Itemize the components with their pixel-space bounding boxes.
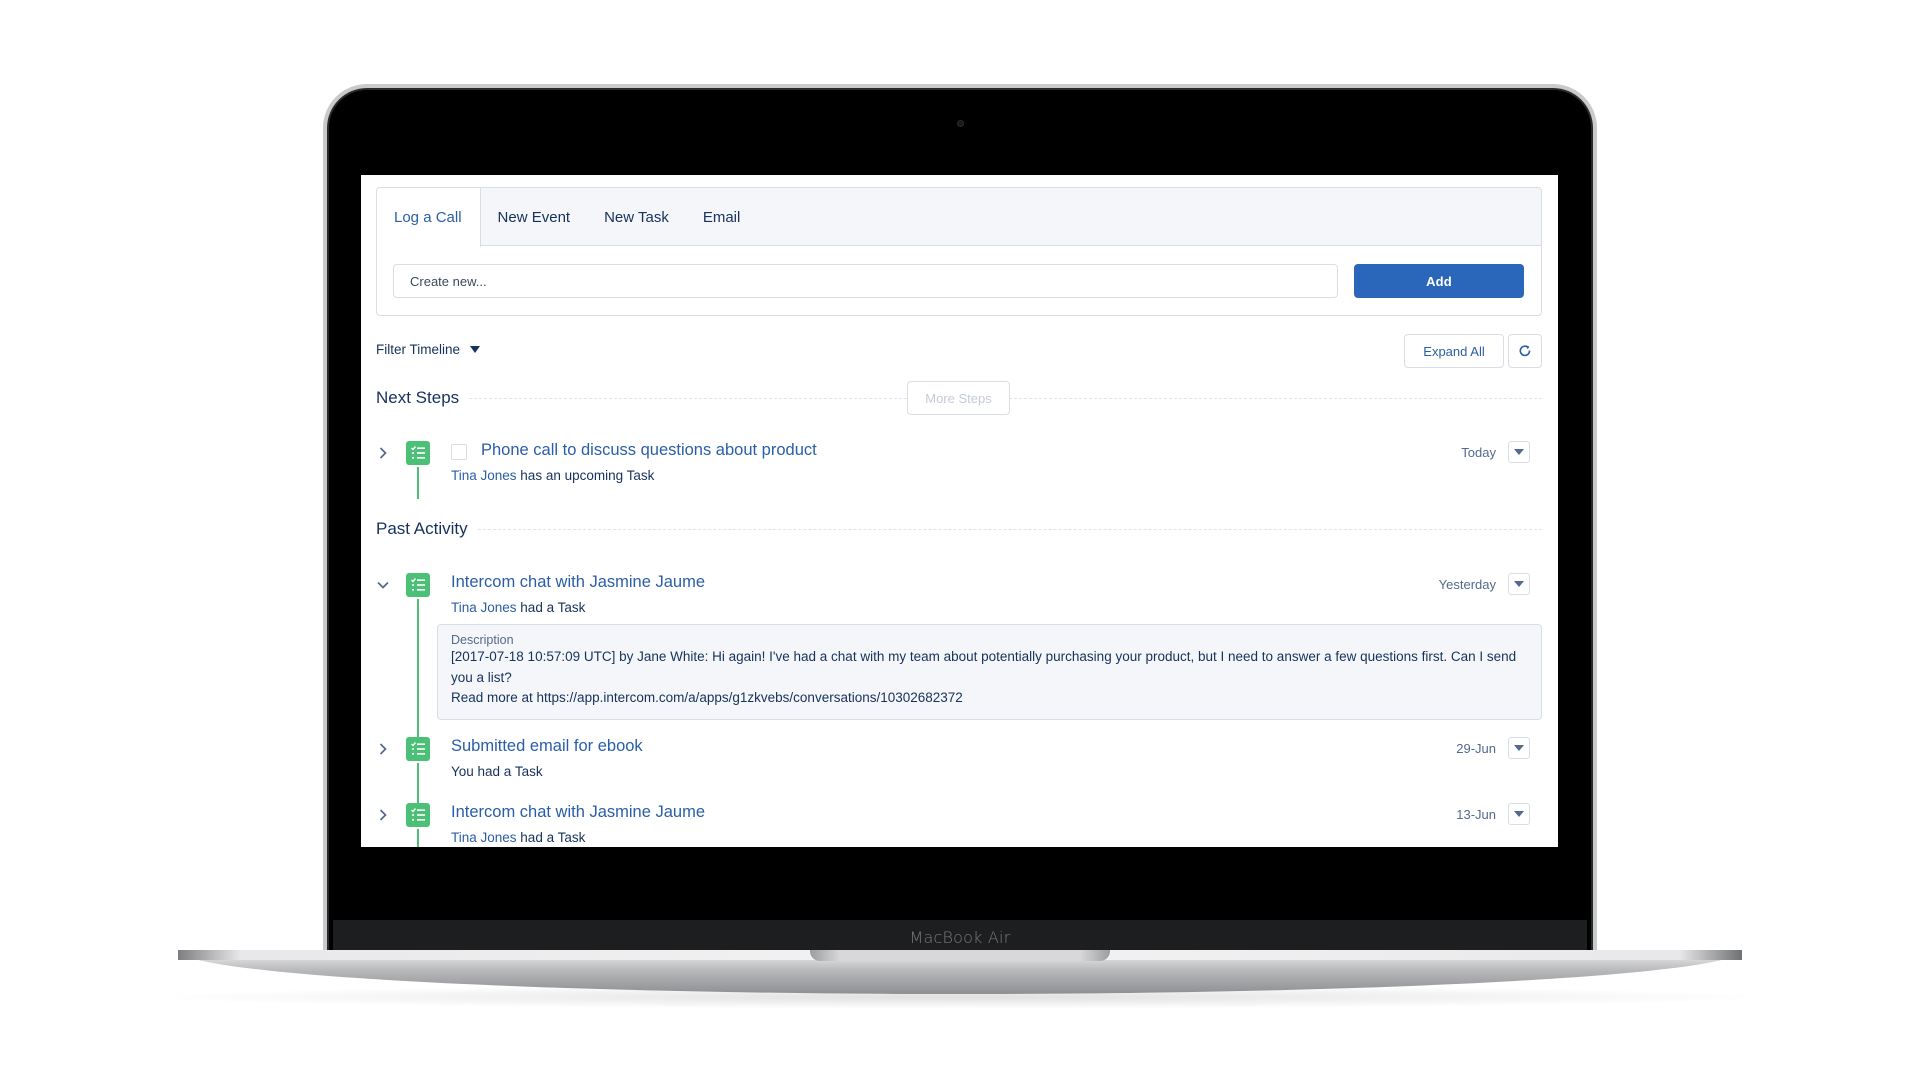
camera-icon — [957, 120, 964, 127]
caret-down-icon — [1514, 449, 1524, 455]
laptop-hinge-notch — [810, 950, 1110, 961]
item-action-text: had a Task — [516, 600, 586, 615]
task-icon — [406, 441, 430, 465]
create-new-input[interactable] — [393, 264, 1338, 298]
caret-down-icon — [1514, 745, 1524, 751]
item-date: Today — [1461, 445, 1496, 460]
caret-down-icon — [1514, 581, 1524, 587]
screen: Log a Call New Event New Task Email Add … — [361, 175, 1558, 847]
item-title-link[interactable]: Intercom chat with Jasmine Jaume — [451, 573, 705, 592]
add-button[interactable]: Add — [1354, 264, 1524, 298]
item-owner-link[interactable]: Tina Jones — [451, 830, 517, 845]
item-owner-link[interactable]: Tina Jones — [451, 600, 517, 615]
next-steps-title: Next Steps — [376, 388, 460, 407]
timeline-line — [417, 763, 419, 805]
timeline-line — [417, 599, 419, 739]
chevron-right-icon[interactable] — [376, 742, 390, 756]
activity-composer: Log a Call New Event New Task Email Add — [376, 187, 1542, 316]
refresh-icon — [1519, 345, 1531, 357]
description-text: [2017-07-18 10:57:09 UTC] by Jane White:… — [451, 649, 1517, 705]
next-steps-header: Next Steps More Steps — [376, 381, 1542, 415]
caret-down-icon — [1514, 811, 1524, 817]
description-label: Description — [451, 633, 514, 647]
item-title-link[interactable]: Phone call to discuss questions about pr… — [481, 441, 817, 460]
task-icon — [406, 803, 430, 827]
item-owner-link[interactable]: Tina Jones — [451, 468, 517, 483]
filter-timeline-dropdown[interactable]: Filter Timeline — [376, 342, 481, 357]
item-subtitle: Tina Jones had a Task — [451, 600, 585, 615]
item-subtitle: Tina Jones has an upcoming Task — [451, 468, 654, 483]
chevron-right-icon[interactable] — [376, 808, 390, 822]
item-subtitle: You had a Task — [451, 764, 543, 779]
item-menu-button[interactable] — [1508, 573, 1530, 595]
past-activity-title: Past Activity — [376, 519, 468, 538]
chevron-down-icon[interactable] — [376, 578, 390, 592]
item-action-text: You had a Task — [451, 764, 543, 779]
chevron-right-icon[interactable] — [376, 446, 390, 460]
item-action-text: has an upcoming Task — [516, 468, 655, 483]
section-divider — [477, 528, 1542, 530]
task-icon — [406, 737, 430, 761]
item-title-link[interactable]: Intercom chat with Jasmine Jaume — [451, 803, 705, 822]
past-activity-header: Past Activity — [376, 517, 1542, 541]
item-date: 13-Jun — [1456, 807, 1496, 822]
item-menu-button[interactable] — [1508, 441, 1530, 463]
tab-new-event[interactable]: New Event — [481, 188, 588, 246]
item-title-link[interactable]: Submitted email for ebook — [451, 737, 643, 756]
description-box: Description [2017-07-18 10:57:09 UTC] by… — [437, 624, 1542, 720]
laptop-chin: MacBook Air — [333, 920, 1587, 954]
tab-email[interactable]: Email — [686, 188, 758, 246]
more-steps-button[interactable]: More Steps — [907, 381, 1010, 415]
caret-down-icon — [470, 346, 481, 353]
timeline-line — [417, 467, 419, 499]
expand-all-button[interactable]: Expand All — [1404, 334, 1504, 368]
item-date: 29-Jun — [1456, 741, 1496, 756]
tab-new-task[interactable]: New Task — [587, 188, 686, 246]
tab-log-a-call[interactable]: Log a Call — [377, 188, 481, 247]
task-checkbox[interactable] — [451, 444, 467, 460]
item-menu-button[interactable] — [1508, 737, 1530, 759]
composer-tabs: Log a Call New Event New Task Email — [377, 188, 1541, 247]
device-label: MacBook Air — [909, 927, 1011, 947]
item-subtitle: Tina Jones had a Task — [451, 830, 585, 845]
filter-timeline-label: Filter Timeline — [376, 342, 461, 357]
composer-body: Add — [377, 247, 1541, 315]
item-action-text: had a Task — [516, 830, 586, 845]
item-menu-button[interactable] — [1508, 803, 1530, 825]
timeline-line — [417, 829, 419, 847]
task-icon — [406, 573, 430, 597]
refresh-button[interactable] — [1508, 334, 1542, 368]
item-date: Yesterday — [1438, 577, 1496, 592]
